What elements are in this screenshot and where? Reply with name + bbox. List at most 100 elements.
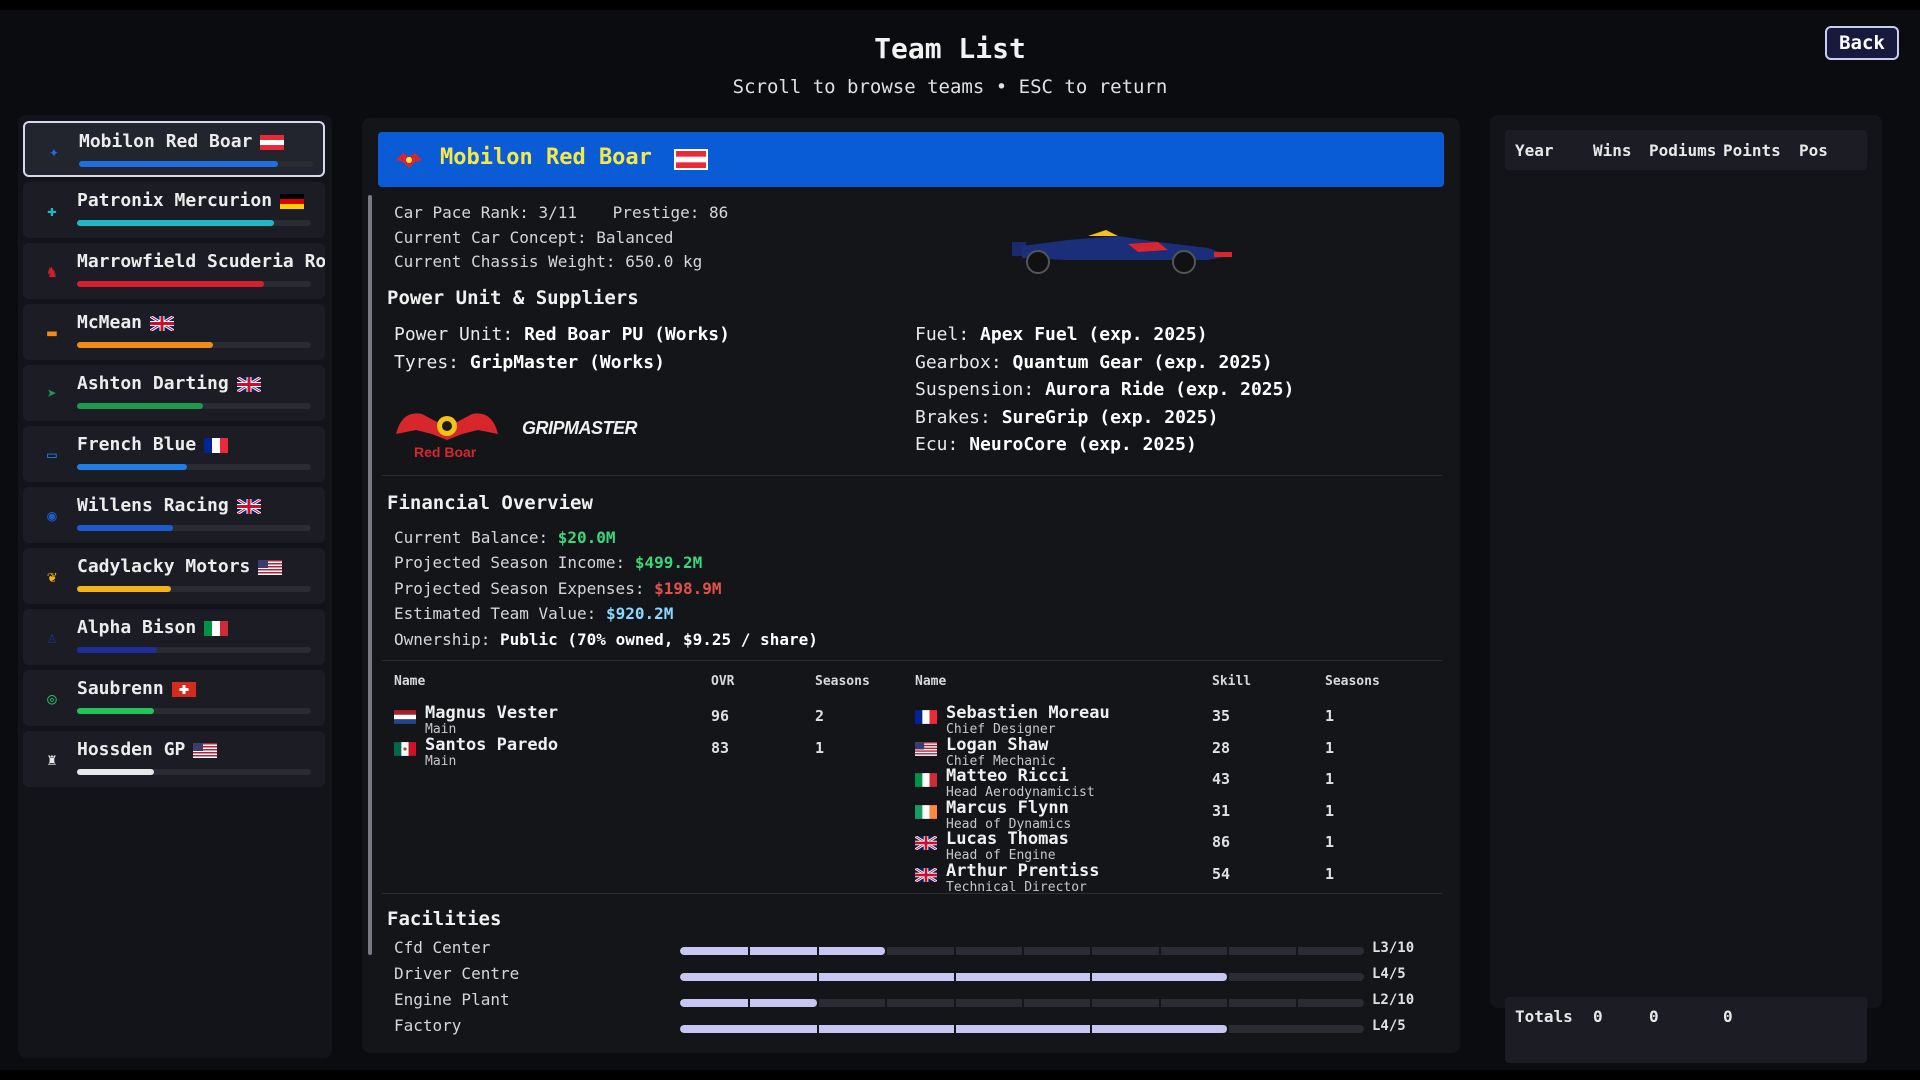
staff-seasons: 1	[1325, 707, 1335, 725]
uk-flag-icon	[915, 836, 937, 850]
ecu-label: Ecu:	[915, 434, 959, 455]
facility-bar-segment	[953, 999, 956, 1007]
team-rating-bar	[77, 403, 311, 409]
staff-skill: 35	[1212, 707, 1231, 725]
facility-name: Factory	[394, 1016, 462, 1035]
team-list-item[interactable]: ◉ Willens Racing	[23, 487, 325, 543]
ecu-value: NeuroCore (exp. 2025)	[969, 434, 1197, 455]
tyres-label: Tyres:	[394, 352, 460, 373]
facility-bar-segment	[816, 1025, 819, 1033]
facilities-heading: Facilities	[387, 908, 502, 930]
team-list-item[interactable]: ◎ Saubrenn	[23, 670, 325, 726]
france-flag-icon	[204, 437, 229, 453]
team-rating-bar-fill	[77, 708, 155, 714]
history-header-points: Points	[1723, 141, 1781, 160]
team-list-name: Ashton Darting	[77, 373, 261, 394]
brakes-value: SureGrip (exp. 2025)	[1001, 407, 1219, 428]
team-logo-icon: ✦	[49, 142, 59, 161]
facility-level: L3/10	[1372, 940, 1415, 956]
facility-bar-segment	[885, 947, 888, 955]
team-list-name: Alpha Bison	[77, 617, 229, 638]
history-header: Year Wins Podiums Points Pos	[1505, 130, 1867, 170]
facility-bar-segment	[1227, 999, 1230, 1007]
income-value: $499.2M	[634, 553, 703, 572]
fuel-row: Fuel: Apex Fuel (exp. 2025)	[915, 324, 1208, 345]
back-button[interactable]: Back	[1825, 26, 1899, 60]
usa-flag-icon	[193, 742, 218, 758]
team-list-item[interactable]: ♞ Marrowfield Scuderia Ro	[23, 243, 325, 299]
divider	[382, 660, 1442, 661]
staff-name: Sebastien Moreau	[946, 703, 1110, 723]
staff-seasons: 1	[1325, 770, 1335, 788]
switzerland-flag-icon	[171, 681, 196, 697]
facility-level: L4/5	[1372, 1018, 1406, 1034]
facility-bar-segment	[816, 999, 819, 1007]
finance-heading: Financial Overview	[387, 492, 593, 514]
team-list-sidebar[interactable]: ✦ Mobilon Red Boar ✚ Patronix Mercurion …	[18, 115, 332, 1058]
team-list-item[interactable]: ✚ Patronix Mercurion	[23, 182, 325, 238]
suspension-label: Suspension:	[915, 379, 1035, 400]
facility-bar-segment	[1022, 999, 1024, 1007]
driver-ovr: 96	[711, 707, 730, 725]
team-list-item[interactable]: ❦ Cadylacky Motors	[23, 548, 325, 604]
team-logo-icon: ◎	[47, 689, 57, 708]
facility-level-bar	[680, 973, 1364, 981]
team-list-item[interactable]: ▬ McMean	[23, 304, 325, 360]
team-logo-icon: ❦	[47, 567, 57, 586]
expenses-row: Projected Season Expenses: $198.9M	[394, 579, 722, 598]
prestige-label: Prestige:	[612, 203, 700, 222]
facility-bar-segment	[1227, 973, 1230, 981]
power-unit-row: Power Unit: Red Boar PU (Works)	[394, 324, 730, 345]
team-rating-bar-fill	[77, 403, 204, 409]
facility-bar-segment	[816, 973, 819, 981]
red-boar-logo: Red Boar	[392, 400, 502, 464]
balance-row: Current Balance: $20.0M	[394, 528, 616, 547]
totals-podiums: 0	[1649, 1007, 1659, 1026]
facility-level: L4/5	[1372, 966, 1406, 982]
team-value-label: Estimated Team Value:	[394, 604, 597, 623]
team-list-item[interactable]: ▭ French Blue	[23, 426, 325, 482]
facility-bar-segment	[885, 999, 888, 1007]
facility-bar-segment	[953, 1025, 956, 1033]
facility-bar-segment	[816, 947, 819, 955]
facility-bar-segment	[1022, 947, 1024, 955]
car-icon	[1008, 222, 1234, 276]
team-rating-bar	[77, 281, 311, 287]
power-unit-heading: Power Unit & Suppliers	[387, 287, 639, 309]
team-list-name: Patronix Mercurion	[77, 190, 305, 211]
team-rating-bar	[77, 769, 311, 775]
uk-flag-icon	[236, 498, 261, 514]
totals-wins: 0	[1593, 1007, 1603, 1026]
team-rating-bar-fill	[77, 342, 213, 348]
team-list-item[interactable]: ➤ Ashton Darting	[23, 365, 325, 421]
team-list-item[interactable]: ♙ Alpha Bison	[23, 609, 325, 665]
suspension-row: Suspension: Aurora Ride (exp. 2025)	[915, 379, 1294, 400]
uk-flag-icon	[150, 315, 175, 331]
italy-flag-icon	[204, 620, 229, 636]
facility-name: Cfd Center	[394, 938, 491, 957]
history-totals: Totals 0 0 0	[1505, 997, 1867, 1063]
team-banner: Mobilon Red Boar	[378, 132, 1444, 187]
gripmaster-logo: GRIPMASTER	[522, 418, 638, 438]
facility-bar-segment	[1227, 947, 1230, 955]
team-rating-bar-fill	[77, 769, 155, 775]
divider	[382, 893, 1442, 894]
tyres-row: Tyres: GripMaster (Works)	[394, 352, 665, 373]
scrollbar[interactable]	[368, 195, 372, 955]
team-list-item[interactable]: ✦ Mobilon Red Boar	[23, 121, 325, 177]
team-rating-bar-fill	[77, 525, 173, 531]
facility-name: Driver Centre	[394, 964, 520, 983]
team-list-name: Marrowfield Scuderia Ro	[77, 251, 325, 272]
facility-bar-segment	[1090, 947, 1093, 955]
staff-name: Matteo Ricci	[946, 766, 1069, 786]
income-row: Projected Season Income: $499.2M	[394, 553, 702, 572]
team-list-name: Saubrenn	[77, 678, 196, 699]
car-concept: Current Car Concept: Balanced	[394, 228, 674, 247]
staff-name: Arthur Prentiss	[946, 860, 1100, 881]
driver-role: Main	[425, 754, 457, 769]
history-panel[interactable]	[1490, 115, 1882, 1008]
facility-bar-segment	[1295, 999, 1298, 1007]
staff-name: Lucas Thomas	[946, 829, 1069, 849]
team-rating-bar	[77, 525, 311, 531]
team-list-item[interactable]: ♜ Hossden GP	[23, 731, 325, 787]
